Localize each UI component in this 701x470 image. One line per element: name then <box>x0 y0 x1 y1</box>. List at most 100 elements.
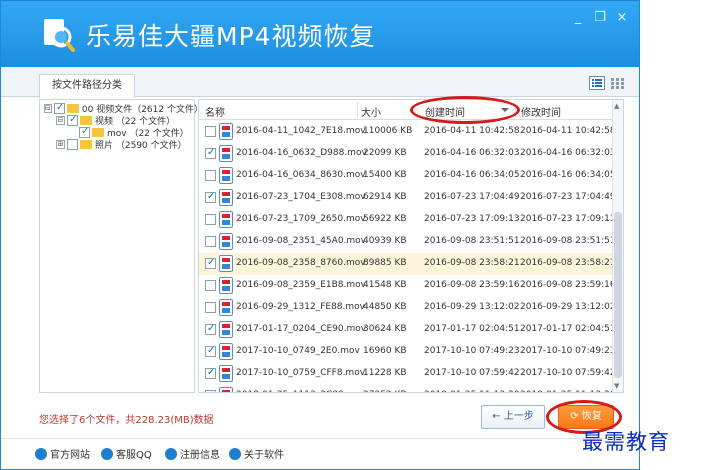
tree-node-checkbox[interactable] <box>67 114 78 126</box>
video-file-icon <box>219 189 233 206</box>
file-name-cell: 2017-10-10_0749_2E0.mov <box>236 346 360 356</box>
previous-step-button[interactable]: ← 上一步 <box>481 405 545 429</box>
row-checkbox[interactable] <box>205 280 216 291</box>
table-row[interactable]: 2016-04-11_1042_7E18.mov 110006 KB 2016-04… <box>199 121 616 143</box>
footer-bar: 官方网站 客服QQ 注册信息 关于软件 <box>1 438 639 469</box>
tree-node[interactable]: mov （22 个文件） <box>40 126 194 139</box>
table-row[interactable]: 2016-09-08_2351_45A0.mov 40939 KB 2016-09-… <box>199 231 616 253</box>
row-checkbox[interactable] <box>205 126 216 137</box>
modified-time-cell: 2016-09-08 23:59:16 <box>520 280 616 290</box>
tree-node[interactable]: ⊟视频 （22 个文件） <box>40 114 194 127</box>
minimize-button[interactable]: _ <box>569 10 587 25</box>
video-file-icon <box>219 343 233 360</box>
column-header-size[interactable]: 大小 <box>361 104 381 119</box>
created-time-cell: 2016-07-23 17:09:13 <box>424 214 520 224</box>
file-size-cell: 56922 KB <box>363 214 407 224</box>
video-file-icon <box>219 211 233 228</box>
modified-time-cell: 2016-04-16 06:34:05 <box>520 170 616 180</box>
row-checkbox[interactable] <box>205 214 216 225</box>
video-file-icon <box>219 299 233 316</box>
table-row[interactable]: 2016-07-23_1709_2650.mov 56922 KB 2016-07-… <box>199 209 616 231</box>
modified-time-cell: 2016-09-29 13:12:02 <box>520 302 616 312</box>
footer-link-website[interactable]: 官方网站 <box>35 446 90 461</box>
column-divider <box>515 102 516 118</box>
created-time-cell: 2016-09-08 23:59:16 <box>424 280 520 290</box>
table-row[interactable]: 2016-07-23_1704_E308.mov62914 KB 2016-07-… <box>199 187 616 209</box>
modified-time-cell: 2016-09-08 23:51:51 <box>520 236 616 246</box>
video-file-icon <box>219 387 233 392</box>
footer-link-support-qq[interactable]: 客服QQ <box>101 446 152 461</box>
tree-node-checkbox[interactable] <box>53 102 65 114</box>
table-row[interactable]: 2016-09-08_2358_8760.mov89885 KB 2016-09-… <box>199 253 616 275</box>
created-time-cell: 2018-01-25 11:13:20 <box>424 390 520 392</box>
file-size-cell: 89885 KB <box>363 258 407 268</box>
file-size-cell: 22099 KB <box>363 148 407 158</box>
file-name-cell: 2016-04-16_0632_D988.mov <box>236 148 367 158</box>
file-name-cell: 2016-09-08_2351_45A0.mov <box>236 236 367 246</box>
tree-node[interactable]: ⊞ 照片 （2590 个文件） <box>40 138 194 151</box>
tree-expander-icon[interactable]: ⊟ <box>56 115 65 125</box>
tab-by-file-path[interactable]: 按文件路径分类 <box>39 74 135 98</box>
created-time-cell: 2016-07-23 17:04:49 <box>424 192 520 202</box>
scroll-down-arrow-icon[interactable]: ▼ <box>614 382 619 390</box>
column-header-created[interactable]: 创建时间 <box>425 104 465 119</box>
created-time-cell: 2017-10-10 07:59:42 <box>424 368 520 378</box>
column-header-modified[interactable]: 修改时间 <box>521 104 561 119</box>
row-checkbox[interactable] <box>205 236 216 247</box>
file-table: 名称 大小 创建时间 修改时间 2016-04-11_1042_7E18.mov… <box>198 99 624 393</box>
scrollbar-thumb[interactable] <box>614 212 622 378</box>
grid-view-icon[interactable] <box>609 76 625 90</box>
sort-descending-icon <box>501 108 509 112</box>
maximize-button[interactable]: ❐ <box>591 10 609 25</box>
table-row[interactable]: 2016-04-16_0634_8630.mov 15400 KB 2016-04-… <box>199 165 616 187</box>
table-row[interactable]: 2017-01-17_0204_CE90.mov30624 KB 2017-01-… <box>199 319 616 341</box>
app-window: 乐易佳大疆MP4视频恢复 _ ❐ × 按文件路径分类 ⊟00 视频文件（2612… <box>0 0 640 470</box>
file-size-cell: 40939 KB <box>363 236 407 246</box>
tree-expander-icon[interactable]: ⊟ <box>44 103 52 113</box>
modified-time-cell: 2017-10-10 07:59:42 <box>520 368 616 378</box>
table-row[interactable]: 2016-04-16_0632_D988.mov22099 KB 2016-04-… <box>199 143 616 165</box>
file-size-cell: 30624 KB <box>363 324 407 334</box>
vertical-scrollbar[interactable]: ▲ ▼ <box>612 100 623 392</box>
tree-node[interactable]: ⊟00 视频文件（2612 个文件） <box>40 102 203 115</box>
folder-icon <box>66 103 79 113</box>
tree-node-checkbox[interactable] <box>67 138 78 150</box>
title-bar: 乐易佳大疆MP4视频恢复 _ ❐ × <box>1 1 639 67</box>
tree-expander-icon[interactable]: ⊞ <box>56 139 65 149</box>
key-icon <box>165 447 177 460</box>
table-row[interactable]: 2017-10-10_0759_CFF8.mov11228 KB 2017-10-… <box>199 363 616 385</box>
table-row[interactable]: 2016-09-08_2359_E1B8.mov 41548 KB 2016-09-… <box>199 275 616 297</box>
folder-icon <box>80 139 92 149</box>
row-checkbox[interactable] <box>205 170 216 181</box>
tree-node-checkbox[interactable] <box>79 126 90 138</box>
row-checkbox[interactable] <box>205 390 216 392</box>
row-checkbox[interactable] <box>205 191 216 203</box>
table-row[interactable]: 2018-01-25_1113_2C88.mov27252 KB 2018-01-… <box>199 385 616 392</box>
file-size-cell: 15400 KB <box>363 170 407 180</box>
footer-link-registration[interactable]: 注册信息 <box>165 446 220 461</box>
created-time-cell: 2016-04-16 06:32:03 <box>424 148 520 158</box>
column-header-name[interactable]: 名称 <box>205 104 225 119</box>
scroll-up-arrow-icon[interactable]: ▲ <box>614 102 619 110</box>
video-file-icon <box>219 321 233 338</box>
created-time-cell: 2016-09-08 23:51:51 <box>424 236 520 246</box>
row-checkbox[interactable] <box>205 367 216 379</box>
file-name-cell: 2017-01-17_0204_CE90.mov <box>236 324 367 334</box>
row-checkbox[interactable] <box>205 345 216 357</box>
row-checkbox[interactable] <box>205 257 216 269</box>
modified-time-cell: 2017-01-17 02:04:51 <box>520 324 616 334</box>
close-button[interactable]: × <box>613 10 631 25</box>
modified-time-cell: 2016-04-16 06:32:03 <box>520 148 616 158</box>
list-view-icon[interactable] <box>589 76 605 90</box>
row-checkbox[interactable] <box>205 323 216 335</box>
file-size-cell: 27252 KB <box>363 390 407 392</box>
file-name-cell: 2016-09-08_2358_8760.mov <box>236 258 366 268</box>
table-row[interactable]: 2017-10-10_0749_2E0.mov16960 KB 2017-10-1… <box>199 341 616 363</box>
row-checkbox[interactable] <box>205 147 216 159</box>
row-checkbox[interactable] <box>205 302 216 313</box>
qq-icon <box>101 447 113 460</box>
modified-time-cell: 2016-09-08 23:58:21 <box>520 258 616 268</box>
video-file-icon <box>219 145 233 162</box>
footer-link-about[interactable]: 关于软件 <box>229 446 284 461</box>
table-row[interactable]: 2016-09-29_1312_FE88.mov 44850 KB 2016-09-… <box>199 297 616 319</box>
